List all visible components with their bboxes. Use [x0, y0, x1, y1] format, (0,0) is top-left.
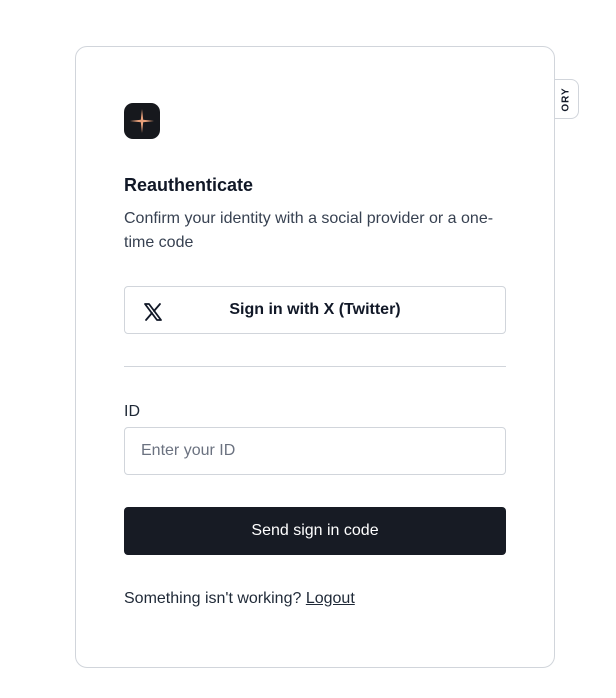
page-title: Reauthenticate	[124, 175, 254, 195]
send-code-button[interactable]: Send sign in code	[124, 507, 506, 555]
ory-badge-label: ORY	[560, 86, 572, 112]
divider	[124, 366, 506, 367]
page-subtitle: Confirm your identity with a social prov…	[124, 210, 494, 251]
ory-badge[interactable]: ORY	[554, 79, 579, 119]
x-twitter-icon	[144, 303, 162, 321]
sign-in-x-label: Sign in with X (Twitter)	[229, 301, 401, 318]
auth-card: Reauthenticate Confirm your identity wit…	[75, 46, 555, 668]
send-code-label: Send sign in code	[251, 522, 379, 539]
id-input[interactable]	[124, 427, 506, 475]
footer-help: Something isn't working? Logout	[124, 590, 355, 608]
sparkle-logo-icon	[124, 103, 160, 139]
sign-in-x-button[interactable]: Sign in with X (Twitter)	[124, 286, 506, 334]
id-label: ID	[124, 403, 140, 420]
footer-prompt: Something isn't working?	[124, 590, 302, 607]
logout-link[interactable]: Logout	[306, 590, 355, 607]
